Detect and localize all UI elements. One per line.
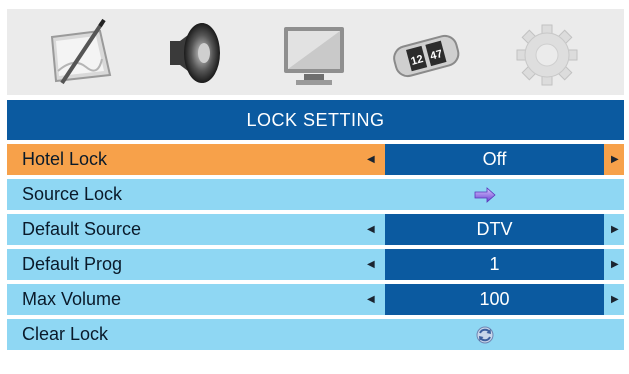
row-clear-lock[interactable]: Clear Lock [7,319,624,350]
row-label: Clear Lock [22,324,109,344]
left-arrow-icon[interactable]: ◀ [367,284,375,315]
lock-setting-osd: 12 47 LOCK SETTING Hotel Lock ◀ Off ▶ So… [7,9,624,371]
row-max-volume[interactable]: Max Volume ◀ 100 ▶ [7,284,624,315]
setup-gear-icon[interactable] [511,17,583,89]
row-label: Source Lock [22,184,123,204]
right-arrow-icon[interactable]: ▶ [611,284,619,315]
menu-icon-bar: 12 47 [7,9,624,95]
max-volume-value[interactable]: 100 [385,284,604,315]
refresh-icon[interactable] [473,325,497,345]
hotel-lock-value[interactable]: Off [385,144,604,175]
sound-icon[interactable] [156,17,228,89]
row-label: Hotel Lock [22,149,108,169]
right-arrow-icon[interactable]: ▶ [611,249,619,280]
lock-setting-list: Hotel Lock ◀ Off ▶ Source Lock Default S… [7,144,624,354]
row-hotel-lock[interactable]: Hotel Lock ◀ Off ▶ [7,144,624,175]
screen-icon[interactable] [278,17,350,89]
default-source-value[interactable]: DTV [385,214,604,245]
lock-setting-header: LOCK SETTING [7,100,624,140]
left-arrow-icon[interactable]: ◀ [367,214,375,245]
row-label: Default Source [22,219,142,239]
right-arrow-icon[interactable]: ▶ [611,214,619,245]
row-label: Default Prog [22,254,123,274]
arrow-right-icon[interactable] [473,185,497,205]
row-default-prog[interactable]: Default Prog ◀ 1 ▶ [7,249,624,280]
row-default-source[interactable]: Default Source ◀ DTV ▶ [7,214,624,245]
row-label: Max Volume [22,289,122,309]
left-arrow-icon[interactable]: ◀ [367,144,375,175]
right-arrow-icon[interactable]: ▶ [611,144,619,175]
left-arrow-icon[interactable]: ◀ [367,249,375,280]
time-icon[interactable]: 12 47 [390,17,462,89]
page-title: LOCK SETTING [246,109,385,130]
picture-icon[interactable] [44,17,116,89]
row-source-lock[interactable]: Source Lock [7,179,624,210]
default-prog-value[interactable]: 1 [385,249,604,280]
